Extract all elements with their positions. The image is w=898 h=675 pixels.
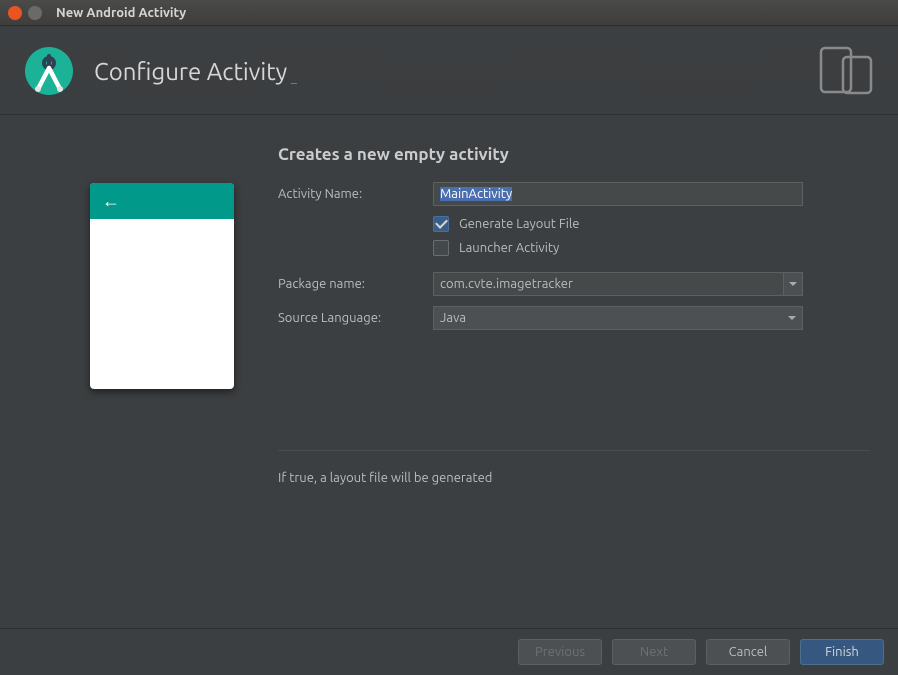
minimize-button[interactable] xyxy=(28,6,42,20)
label-launcher-activity: Launcher Activity xyxy=(459,241,559,255)
phone-preview: ← xyxy=(90,183,234,389)
cancel-button[interactable]: Cancel xyxy=(706,639,790,665)
row-activity-name: Activity Name: xyxy=(278,182,870,206)
next-button[interactable]: Next xyxy=(612,639,696,665)
generate-layout-checkbox[interactable] xyxy=(433,216,449,232)
section-title: Creates a new empty activity xyxy=(278,145,870,164)
device-icon xyxy=(818,45,874,95)
android-studio-logo-icon xyxy=(24,46,74,96)
back-arrow-icon: ← xyxy=(102,192,120,210)
source-language-value: Java xyxy=(440,311,466,325)
chevron-down-icon xyxy=(788,316,796,320)
wizard-body: ← Creates a new empty activity Activity … xyxy=(0,115,898,595)
page-title: Configure Activity xyxy=(94,58,287,85)
row-package-name: Package name: com.cvte.imagetracker xyxy=(278,272,870,296)
label-package-name: Package name: xyxy=(278,277,433,291)
package-name-combo[interactable]: com.cvte.imagetracker xyxy=(433,272,803,296)
form-column: Creates a new empty activity Activity Na… xyxy=(278,145,870,585)
window-title: New Android Activity xyxy=(56,6,186,20)
wizard-footer: Previous Next Cancel Finish xyxy=(0,628,898,675)
activity-name-input[interactable] xyxy=(433,182,803,206)
finish-button[interactable]: Finish xyxy=(800,639,884,665)
row-source-language: Source Language: Java xyxy=(278,306,870,330)
package-name-dropdown-button[interactable] xyxy=(783,272,803,296)
activity-preview: ← xyxy=(90,145,250,585)
previous-button[interactable]: Previous xyxy=(518,639,602,665)
preview-appbar: ← xyxy=(90,183,234,219)
chevron-down-icon xyxy=(789,282,797,286)
label-source-language: Source Language: xyxy=(278,311,433,325)
row-launcher-activity: Launcher Activity xyxy=(278,240,870,256)
source-language-dropdown[interactable]: Java xyxy=(433,306,803,330)
label-activity-name: Activity Name: xyxy=(278,187,433,201)
hint-text: If true, a layout file will be generated xyxy=(278,450,870,485)
titlebar: New Android Activity xyxy=(0,0,898,26)
row-generate-layout: Generate Layout File xyxy=(278,216,870,232)
close-button[interactable] xyxy=(8,6,22,20)
label-generate-layout: Generate Layout File xyxy=(459,217,579,231)
package-name-value[interactable]: com.cvte.imagetracker xyxy=(433,272,783,296)
launcher-activity-checkbox[interactable] xyxy=(433,240,449,256)
wizard-header: Configure Activity xyxy=(0,26,898,115)
